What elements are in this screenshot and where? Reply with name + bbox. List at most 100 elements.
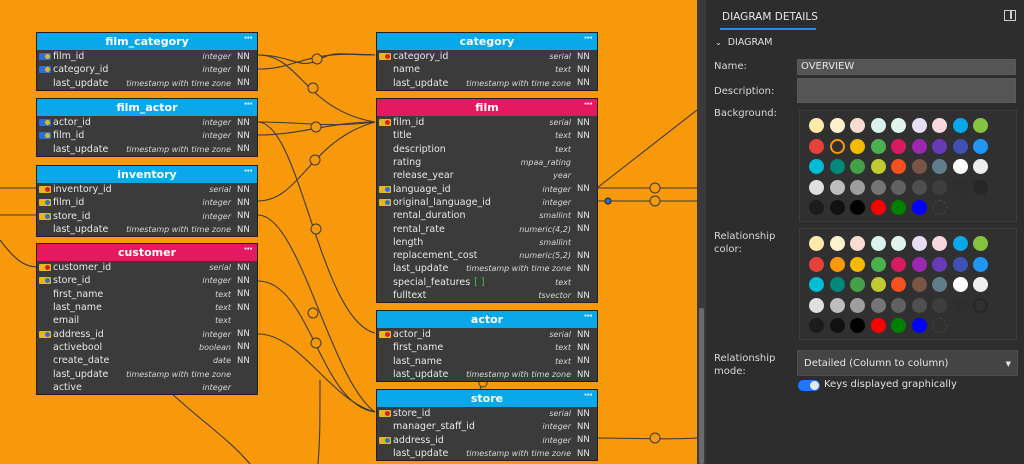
table-header[interactable]: category ··· (377, 33, 597, 50)
color-swatch[interactable] (891, 179, 906, 195)
color-swatch[interactable] (911, 118, 927, 133)
column-row[interactable]: last_update timestamp with time zone (37, 367, 257, 380)
column-row[interactable]: store_id integer NN (37, 210, 257, 223)
color-swatch[interactable] (952, 179, 968, 195)
column-row[interactable]: release_year year (377, 169, 597, 182)
column-row[interactable]: category_id serial NN (377, 50, 597, 63)
color-swatch[interactable] (850, 256, 865, 272)
color-swatch[interactable] (809, 179, 824, 195)
relationship-mode-select[interactable]: Detailed (Column to column) ▼ (797, 350, 1018, 376)
color-swatch[interactable] (973, 118, 988, 133)
table-inventory[interactable]: inventory ··· inventory_id serial NN film_id i… (36, 165, 258, 238)
color-swatch[interactable] (870, 277, 886, 292)
color-swatch[interactable] (932, 179, 947, 195)
description-field[interactable] (797, 78, 1016, 103)
column-row[interactable]: active integer (37, 381, 257, 394)
color-swatch[interactable] (809, 318, 824, 333)
color-swatch[interactable] (809, 256, 824, 272)
column-row[interactable]: rental_duration smallint NN (377, 209, 597, 222)
table-menu-icon[interactable]: ··· (584, 390, 593, 401)
color-swatch[interactable] (891, 277, 906, 292)
table-film_actor[interactable]: film_actor ··· actor_id integer NN film_id int… (36, 98, 258, 157)
table-actor[interactable]: actor ··· actor_id serial NN first_name text NN… (376, 310, 598, 383)
color-swatch[interactable] (829, 118, 845, 133)
color-swatch[interactable] (952, 256, 968, 272)
table-menu-icon[interactable]: ··· (244, 33, 253, 44)
column-row[interactable]: customer_id serial NN (37, 261, 257, 274)
color-swatch[interactable] (829, 318, 845, 333)
color-swatch[interactable] (911, 318, 927, 333)
color-swatch[interactable] (891, 318, 906, 333)
column-row[interactable]: film_id serial NN (377, 116, 597, 129)
table-header[interactable]: film_category ··· (37, 33, 257, 50)
color-swatch[interactable] (932, 256, 947, 272)
column-row[interactable]: last_name text NN (37, 301, 257, 314)
color-swatch[interactable] (809, 118, 824, 133)
color-swatch[interactable] (952, 236, 968, 251)
color-swatch[interactable] (829, 138, 845, 154)
color-swatch[interactable] (870, 297, 886, 313)
color-swatch[interactable] (829, 179, 845, 195)
color-swatch[interactable] (911, 200, 927, 215)
column-row[interactable]: title text NN (377, 129, 597, 142)
table-category[interactable]: category ··· category_id serial NN name text NN… (376, 32, 598, 91)
table-customer[interactable]: customer ··· customer_id serial NN store_id in… (36, 243, 258, 395)
color-swatch[interactable] (870, 179, 886, 195)
color-swatch[interactable] (829, 236, 845, 251)
table-menu-icon[interactable]: ··· (584, 33, 593, 44)
color-swatch[interactable] (850, 200, 865, 215)
column-row[interactable]: create_date date NN (37, 354, 257, 367)
table-film_category[interactable]: film_category ··· film_id integer NN category… (36, 32, 258, 91)
color-swatch[interactable] (973, 256, 988, 272)
color-swatch[interactable] (850, 179, 865, 195)
color-swatch[interactable] (973, 138, 988, 154)
table-header[interactable]: store ··· (377, 390, 597, 407)
column-row[interactable]: film_id integer NN (37, 129, 257, 142)
column-row[interactable]: last_update timestamp with time zone NN (377, 262, 597, 275)
table-menu-icon[interactable]: ··· (584, 99, 593, 110)
section-diagram[interactable]: ⌄ DIAGRAM (715, 37, 772, 48)
column-row[interactable]: first_name text NN (37, 288, 257, 301)
color-swatch[interactable] (850, 297, 865, 313)
column-row[interactable]: actor_id integer NN (37, 116, 257, 129)
table-film[interactable]: film ··· film_id serial NN title text NN descrip… (376, 98, 598, 304)
table-header[interactable]: film ··· (377, 99, 597, 116)
column-row[interactable]: language_id integer NN (377, 182, 597, 195)
color-swatch[interactable] (891, 297, 906, 313)
table-menu-icon[interactable]: ··· (244, 99, 253, 110)
color-swatch[interactable] (850, 318, 865, 333)
table-header[interactable]: film_actor ··· (37, 99, 257, 116)
color-swatch[interactable] (973, 159, 988, 174)
color-swatch[interactable] (850, 138, 865, 154)
color-swatch[interactable] (850, 236, 865, 251)
color-swatch[interactable] (911, 179, 927, 195)
column-row[interactable]: last_update timestamp with time zone NN (37, 77, 257, 90)
column-row[interactable]: description text (377, 143, 597, 156)
column-row[interactable]: last_update timestamp with time zone NN (37, 143, 257, 156)
table-header[interactable]: customer ··· (37, 244, 257, 261)
color-swatch[interactable] (870, 318, 886, 333)
name-field[interactable]: OVERVIEW (797, 59, 1016, 75)
column-row[interactable]: rental_rate numeric(4,2) NN (377, 222, 597, 235)
color-swatch[interactable] (952, 159, 968, 174)
color-swatch[interactable] (932, 159, 947, 174)
table-header[interactable]: inventory ··· (37, 166, 257, 183)
keys-graphic-toggle[interactable] (798, 380, 820, 391)
column-row[interactable]: last_update timestamp with time zone NN (377, 447, 597, 460)
column-row[interactable]: first_name text NN (377, 341, 597, 354)
color-swatch[interactable] (809, 138, 824, 154)
color-swatch[interactable] (829, 277, 845, 292)
column-row[interactable]: address_id integer NN (37, 327, 257, 340)
color-swatch[interactable] (911, 277, 927, 292)
column-row[interactable]: email text (37, 314, 257, 327)
color-swatch[interactable] (932, 200, 947, 215)
panel-title[interactable]: DIAGRAM DETAILS (722, 11, 818, 23)
color-swatch[interactable] (809, 200, 824, 215)
scrollbar-thumb[interactable] (699, 308, 704, 464)
canvas-scrollbar[interactable] (697, 0, 706, 464)
color-swatch[interactable] (932, 236, 947, 251)
color-swatch[interactable] (952, 277, 968, 292)
color-swatch[interactable] (952, 138, 968, 154)
color-swatch[interactable] (829, 200, 845, 215)
color-swatch[interactable] (870, 236, 886, 251)
